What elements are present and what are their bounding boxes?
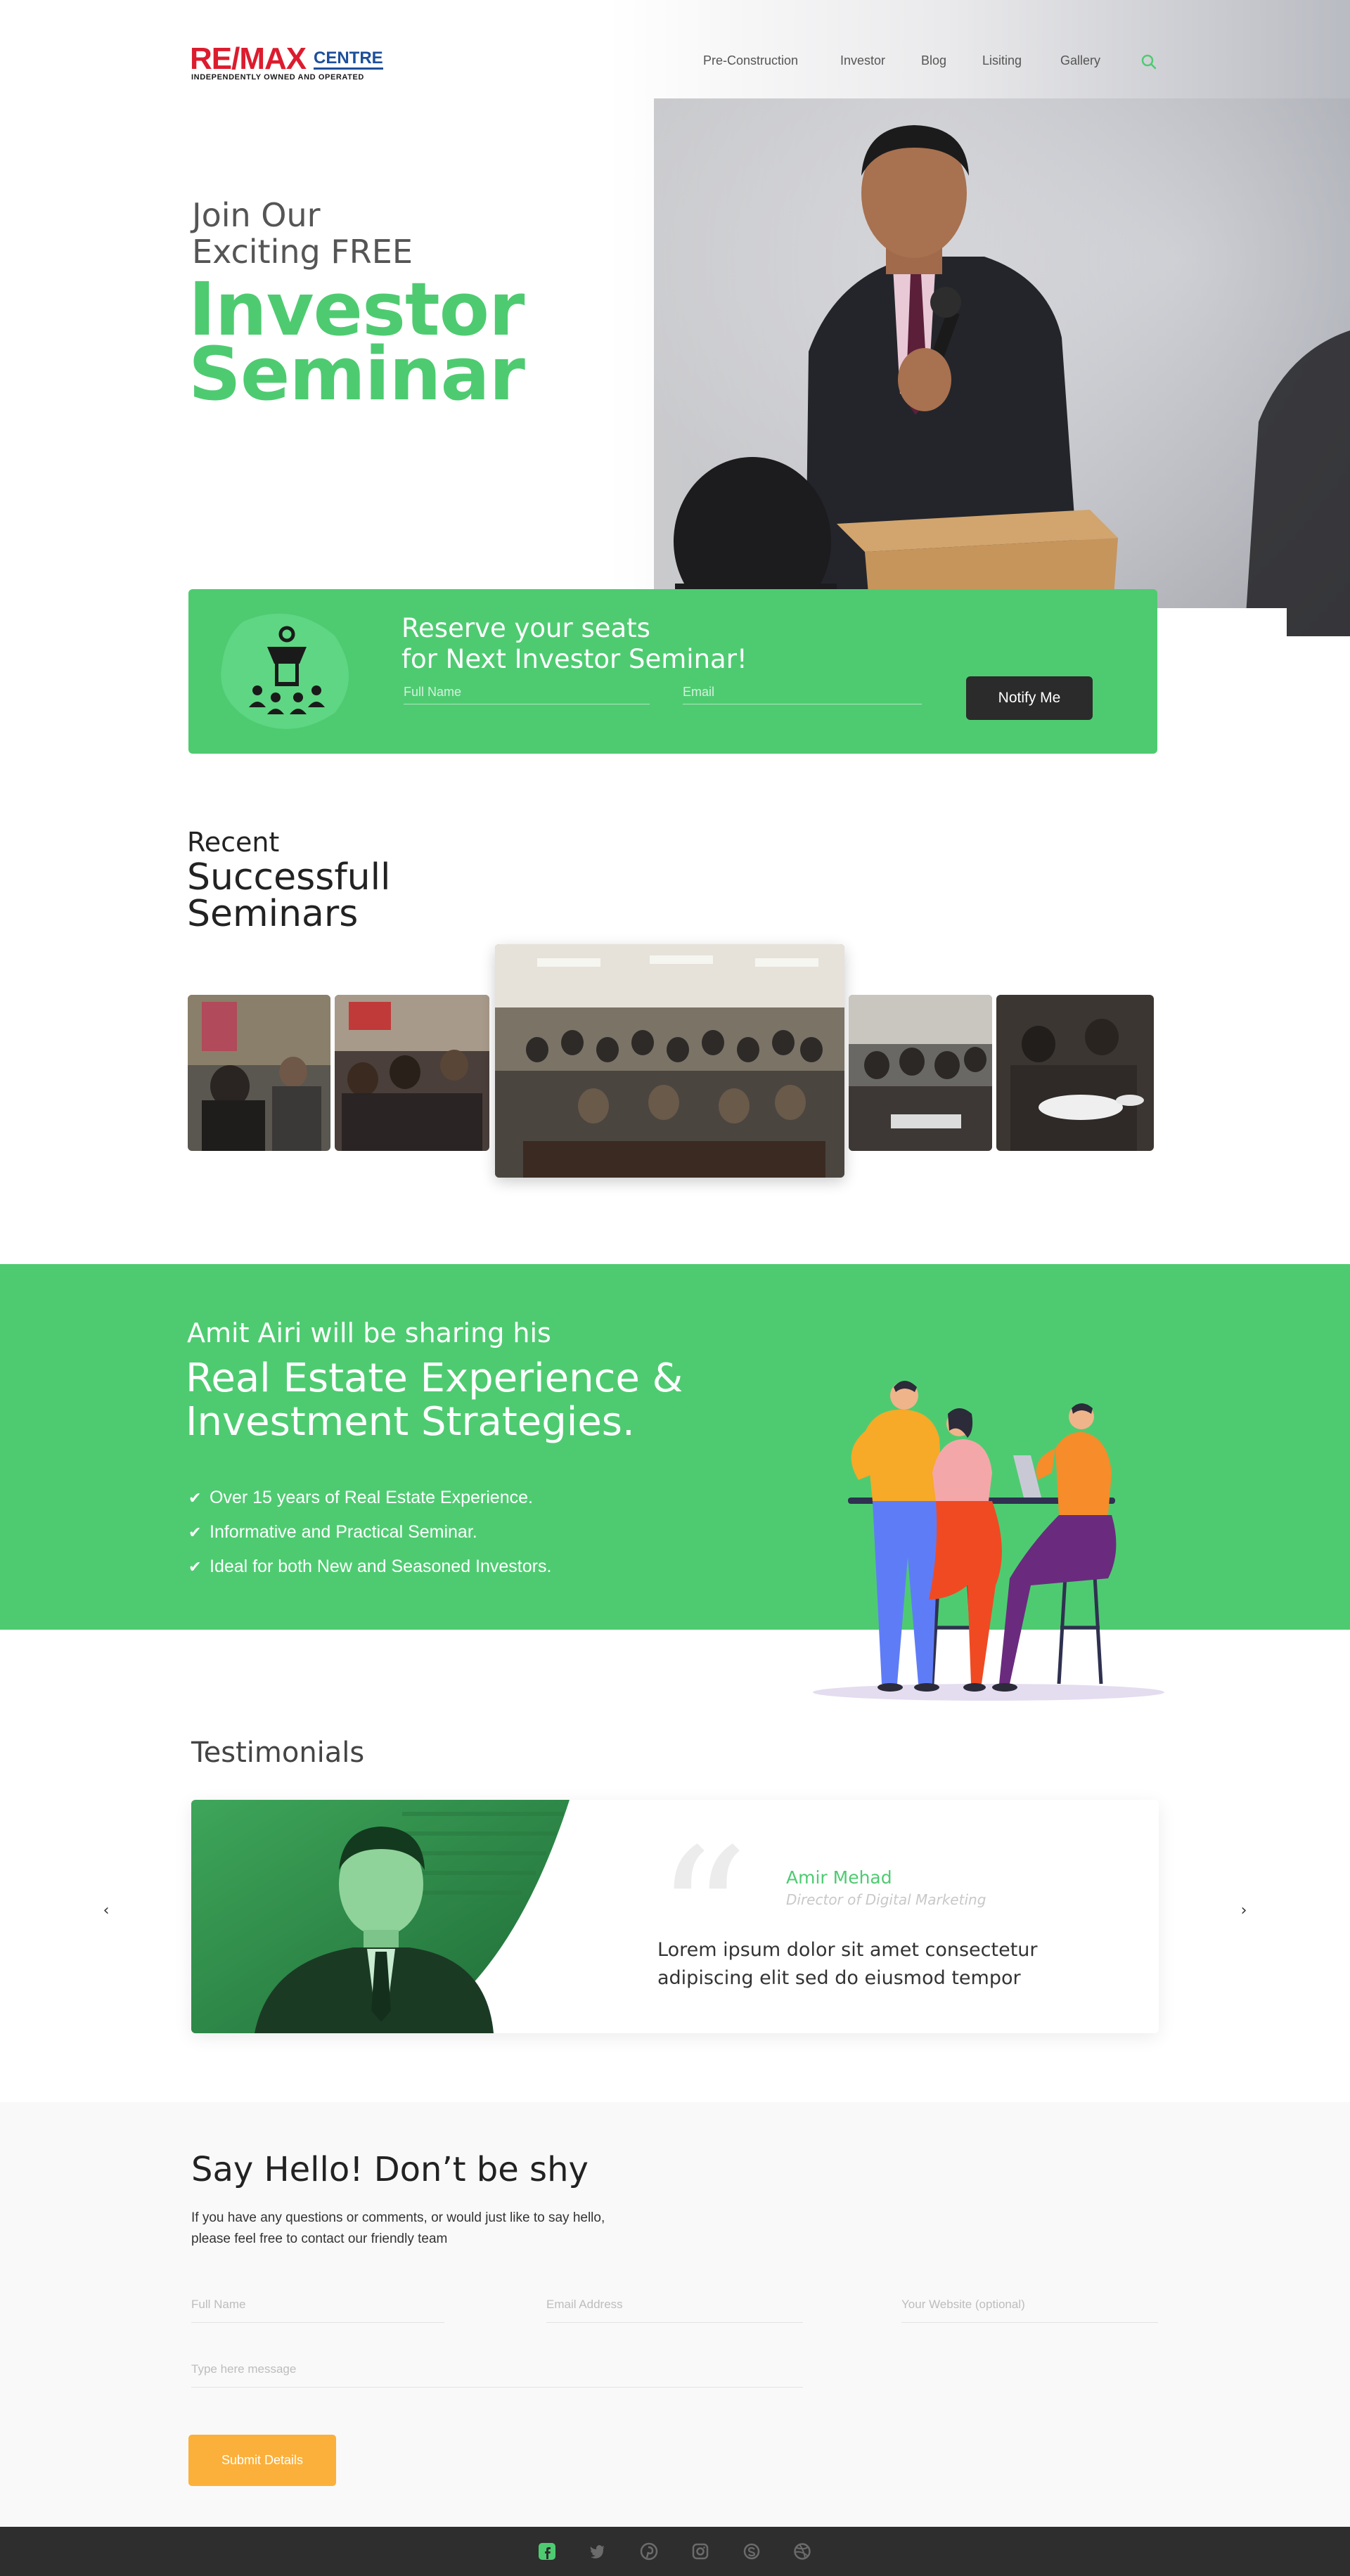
band-title-line-1: Real Estate Experience & (186, 1355, 683, 1401)
next-arrow-icon[interactable]: › (1233, 1900, 1254, 1921)
nav-pre-construction[interactable]: Pre-Construction (703, 53, 798, 70)
seminar-photo-5[interactable] (996, 995, 1154, 1151)
feature-text: Over 15 years of Real Estate Experience. (210, 1488, 533, 1507)
feature-text: Informative and Practical Seminar. (210, 1522, 477, 1542)
notify-me-button[interactable]: Notify Me (966, 676, 1093, 720)
testimonial-text-line-1: Lorem ipsum dolor sit amet consectetur (657, 1939, 1038, 1961)
nav-investor[interactable]: Investor (840, 53, 885, 70)
hero-intro: Join Our Exciting FREE (192, 197, 413, 270)
check-icon: ✔ (188, 1523, 202, 1541)
check-icon: ✔ (188, 1488, 202, 1507)
recent-line-2: Successfull (187, 856, 391, 899)
testimonial-avatar (191, 1800, 571, 2033)
speaker-photo (654, 98, 1350, 636)
reserve-title-line-1: Reserve your seats (401, 613, 650, 643)
search-icon[interactable] (1140, 53, 1157, 70)
recent-line-1: Recent (187, 827, 280, 858)
seminar-photo-2[interactable] (335, 995, 489, 1151)
logo-tagline: INDEPENDENTLY OWNED AND OPERATED (191, 73, 364, 82)
logo-centre: CENTRE (314, 49, 383, 70)
seminar-photo-featured[interactable] (495, 944, 844, 1178)
recent-seminars-heading: Recent Successfull Seminars (187, 825, 390, 932)
reserve-title: Reserve your seats for Next Investor Sem… (401, 613, 747, 675)
feature-list: ✔ Over 15 years of Real Estate Experience… (188, 1481, 551, 1584)
feature-text: Ideal for both New and Seasoned Investor… (210, 1557, 552, 1576)
feature-item: ✔ Informative and Practical Seminar. (188, 1515, 551, 1550)
people-illustration (799, 1374, 1164, 1705)
band-subtitle: Amit Airi will be sharing his (187, 1318, 551, 1348)
contact-desc-line-1: If you have any questions or comments, o… (191, 2210, 605, 2225)
band-title: Real Estate Experience & Investment Stra… (186, 1357, 683, 1444)
submit-details-button[interactable]: Submit Details (188, 2435, 336, 2486)
skype-icon[interactable] (742, 2542, 761, 2561)
prev-arrow-icon[interactable]: ‹ (96, 1900, 117, 1921)
testimonial-text-line-2: adipiscing elit sed do eiusmod tempor (657, 1967, 1021, 1989)
testimonial-role: Director of Digital Marketing (786, 1891, 986, 1908)
testimonials-title: Testimonials (191, 1737, 365, 1769)
contact-title: Say Hello! Don’t be shy (191, 2150, 589, 2189)
pinterest-icon[interactable] (639, 2542, 659, 2561)
hero-title-2: Seminar (188, 331, 525, 417)
contact-website-input[interactable]: Your Website (optional) (901, 2296, 1158, 2323)
feature-item: ✔ Over 15 years of Real Estate Experience… (188, 1481, 551, 1515)
hero-line-1: Join Our (192, 196, 321, 234)
nav-blog[interactable]: Blog (921, 53, 946, 70)
feature-item: ✔ Ideal for both New and Seasoned Investo… (188, 1550, 551, 1584)
band-title-line-2: Investment Strategies. (186, 1399, 635, 1445)
hero-line-2: Exciting FREE (192, 233, 413, 271)
reserve-panel: Reserve your seats for Next Investor Sem… (188, 589, 1157, 754)
reserve-name-input[interactable]: Full Name (404, 683, 650, 704)
hero-title: Investor Seminar (188, 273, 525, 417)
testimonial-text: Lorem ipsum dolor sit amet consectetur a… (657, 1936, 1079, 1992)
facebook-icon[interactable] (537, 2542, 557, 2561)
dribbble-icon[interactable] (792, 2542, 812, 2561)
contact-email-input[interactable]: Email Address (546, 2296, 803, 2323)
remax-logo[interactable]: RE/MAX CENTRE INDEPENDENTLY OWNED AND OP… (190, 41, 383, 83)
reserve-email-input[interactable]: Email (683, 683, 922, 704)
contact-description: If you have any questions or comments, o… (191, 2208, 683, 2250)
nav-listing[interactable]: Lisiting (982, 53, 1022, 70)
logo-brand: RE/MAX (190, 41, 307, 76)
seminar-icon (215, 607, 356, 734)
seminar-photo-1[interactable] (188, 995, 330, 1151)
contact-name-input[interactable]: Full Name (191, 2296, 444, 2323)
testimonial-card: “ Amir Mehad Director of Digital Marketi… (191, 1800, 1159, 2033)
seminar-photo-4[interactable] (849, 995, 992, 1151)
instagram-icon[interactable] (690, 2542, 710, 2561)
footer (0, 2527, 1350, 2576)
check-icon: ✔ (188, 1557, 202, 1576)
twitter-icon[interactable] (588, 2542, 608, 2561)
contact-message-input[interactable]: Type here message (191, 2361, 803, 2388)
testimonial-name: Amir Mehad (786, 1867, 892, 1888)
reserve-title-line-2: for Next Investor Seminar! (401, 644, 747, 674)
contact-desc-line-2: please feel free to contact our friendly… (191, 2232, 448, 2246)
recent-line-3: Seminars (187, 893, 359, 935)
nav-gallery[interactable]: Gallery (1060, 53, 1100, 70)
